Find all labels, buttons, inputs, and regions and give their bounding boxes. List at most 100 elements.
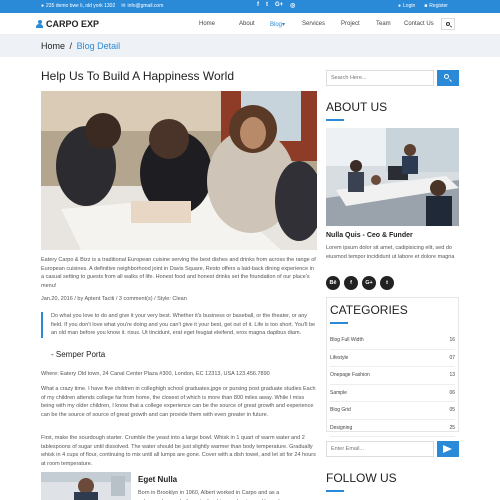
author-avatar bbox=[41, 472, 131, 500]
category-name: Onepage Fashion bbox=[330, 372, 370, 379]
behance-icon[interactable]: Bē bbox=[326, 276, 340, 290]
about-heading: ABOUT US bbox=[326, 100, 388, 114]
about-image bbox=[326, 128, 459, 226]
post-where: Where: Eatery Old town, 24 Canal Center … bbox=[41, 371, 270, 377]
category-item[interactable]: Blog Full Width 16 bbox=[330, 332, 455, 350]
lock-icon: ■ bbox=[424, 2, 428, 9]
register-label: Register bbox=[429, 3, 448, 9]
facebook-icon[interactable]: f bbox=[257, 2, 259, 9]
sidebar-search bbox=[326, 70, 434, 86]
nav-item-team[interactable]: Team bbox=[376, 21, 404, 28]
account-links: ● Login ■ Register bbox=[398, 3, 448, 9]
category-count: 07 bbox=[449, 354, 455, 361]
category-name: Blog Full Width bbox=[330, 337, 364, 344]
user-icon bbox=[36, 19, 43, 29]
about-photo bbox=[326, 128, 459, 226]
newsletter-field bbox=[326, 441, 434, 457]
heading-underline bbox=[326, 490, 344, 492]
dribbble-icon[interactable]: ◎ bbox=[290, 2, 295, 9]
category-name: Lifestyle bbox=[330, 354, 349, 361]
brand-name: CARPO EXP bbox=[46, 19, 100, 29]
category-name: Designing bbox=[330, 424, 353, 431]
category-count: 13 bbox=[449, 372, 455, 379]
email[interactable]: ✉ info@gmail.com bbox=[121, 3, 163, 9]
meta-separator: / bbox=[154, 296, 156, 302]
address: ● 235 demo bwe li, old york 1302 bbox=[41, 3, 115, 9]
nav-menu: Home About Blog▾ Services Project Team C… bbox=[199, 21, 440, 28]
post-hero-image bbox=[41, 91, 317, 250]
meta-separator: / bbox=[74, 296, 76, 302]
category-count: 16 bbox=[449, 337, 455, 344]
post-meta: Jan.20, 2016 / by Aptent Taciti / 3 comm… bbox=[41, 296, 187, 302]
login-link[interactable]: ● Login bbox=[398, 3, 415, 9]
map-marker-icon: ● bbox=[41, 2, 45, 9]
breadcrumb-band: Home / Blog Detail bbox=[0, 35, 500, 57]
post-title: Help Us To Build A Happiness World bbox=[41, 69, 234, 83]
heading-underline bbox=[330, 322, 348, 324]
heading-underline bbox=[326, 119, 344, 121]
nav-search-button[interactable] bbox=[441, 18, 455, 30]
topbar-social: f t G+ ◎ bbox=[257, 2, 295, 9]
quote-author: - Semper Porta bbox=[51, 350, 106, 359]
send-icon bbox=[443, 445, 452, 453]
nav-item-contact[interactable]: Contact Us bbox=[404, 21, 440, 28]
category-item[interactable]: Lifestyle 07 bbox=[330, 350, 455, 367]
about-text: Lorem ipsum dolor sit amet, cadipisicing… bbox=[326, 245, 455, 260]
categories-heading: CATEGORIES bbox=[330, 303, 408, 317]
about-name: Nulla Quis - Ceo & Funder bbox=[326, 232, 413, 239]
twitter-icon[interactable]: t bbox=[380, 276, 394, 290]
post-date: Jan.20, 2016 bbox=[41, 296, 73, 302]
author-photo bbox=[41, 472, 131, 500]
author-bio: Born in Brooklyn in 1960, Albert worked … bbox=[138, 490, 280, 500]
nav-item-home[interactable]: Home bbox=[199, 21, 239, 28]
breadcrumb-separator: / bbox=[69, 41, 73, 51]
post-quote: Do what you love to do and give it your … bbox=[41, 312, 317, 338]
post-body-1: What a crazy time. I have five children … bbox=[41, 386, 316, 418]
nav-item-project[interactable]: Project bbox=[341, 21, 376, 28]
by-label: by bbox=[77, 296, 84, 302]
category-item[interactable]: Designing 25 bbox=[330, 420, 455, 437]
facebook-icon[interactable]: f bbox=[344, 276, 358, 290]
contact-info: ● 235 demo bwe li, old york 1302 ✉ info@… bbox=[41, 3, 163, 9]
nav-item-blog-label: Blog bbox=[270, 22, 283, 28]
user-icon: ● bbox=[398, 2, 402, 9]
register-link[interactable]: ■ Register bbox=[424, 3, 448, 9]
category-count: 06 bbox=[449, 389, 455, 396]
author-name: Eget Nulla bbox=[138, 475, 178, 484]
address-text: 235 demo bwe li, old york 1302 bbox=[46, 3, 116, 9]
search-input[interactable] bbox=[327, 71, 433, 85]
category-count: 05 bbox=[449, 407, 455, 414]
categories-list: Blog Full Width 16 Lifestyle 07 Onepage … bbox=[330, 332, 455, 437]
about-social: Bē f G+ t bbox=[326, 276, 394, 290]
post-author[interactable]: Aptent Taciti bbox=[84, 296, 114, 302]
category-item[interactable]: Onepage Fashion 13 bbox=[330, 367, 455, 385]
post-comments[interactable]: 3 comment(s) bbox=[119, 296, 153, 302]
breadcrumb-current: Blog Detail bbox=[76, 41, 121, 51]
category-name: Sample bbox=[330, 389, 347, 396]
category-count: 25 bbox=[449, 424, 455, 431]
nav-item-services[interactable]: Services bbox=[302, 21, 341, 28]
top-bar: ● 235 demo bwe li, old york 1302 ✉ info@… bbox=[0, 0, 500, 13]
breadcrumb: Home / Blog Detail bbox=[41, 41, 120, 51]
brand-logo[interactable]: CARPO EXP bbox=[36, 19, 99, 29]
google-plus-icon[interactable]: G+ bbox=[362, 276, 376, 290]
category-item[interactable]: Sample 06 bbox=[330, 385, 455, 402]
login-label: Login bbox=[403, 3, 416, 9]
nav-item-blog[interactable]: Blog▾ bbox=[270, 21, 302, 28]
nav-item-about[interactable]: About bbox=[239, 21, 270, 28]
category-name: Blog Grid bbox=[330, 407, 351, 414]
envelope-icon: ✉ bbox=[121, 2, 126, 9]
twitter-icon[interactable]: t bbox=[266, 2, 268, 9]
google-plus-icon[interactable]: G+ bbox=[275, 2, 283, 9]
search-button[interactable] bbox=[437, 70, 459, 86]
chevron-down-icon: ▾ bbox=[282, 22, 286, 28]
follow-heading: FOLLOW US bbox=[326, 471, 397, 485]
post-body-2: First, make the sourdough starter. Crumb… bbox=[41, 435, 316, 467]
subscribe-button[interactable] bbox=[437, 441, 459, 457]
meta-separator: / bbox=[115, 296, 118, 302]
breadcrumb-home[interactable]: Home bbox=[41, 41, 65, 51]
hero-photo bbox=[41, 91, 317, 250]
category-item[interactable]: Blog Grid 05 bbox=[330, 402, 455, 420]
email-input[interactable] bbox=[327, 442, 433, 456]
email-text: info@gmail.com bbox=[127, 3, 164, 9]
